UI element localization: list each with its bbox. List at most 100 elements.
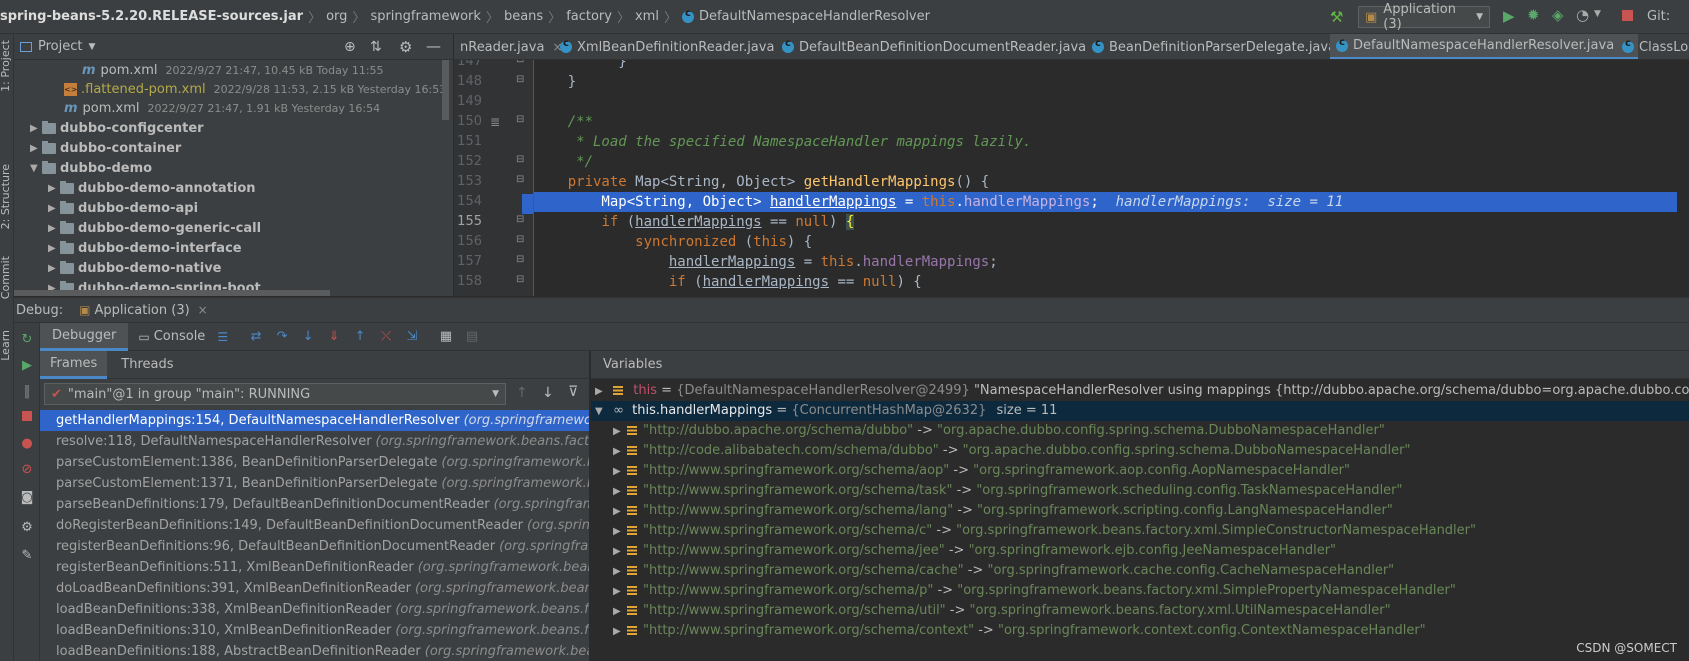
expand-arrow-icon[interactable]: ▶ — [48, 183, 60, 194]
run-configuration-select[interactable]: ▣ Application (3) ▼ — [1358, 2, 1490, 32]
structure-tool-button[interactable]: 2: Structure — [0, 164, 12, 229]
expand-arrow-icon[interactable]: ▶ — [613, 582, 627, 602]
fold-marker-icon[interactable]: ⊟ — [516, 60, 524, 65]
view-breakpoints-icon[interactable]: ● — [20, 437, 34, 451]
gear-icon[interactable]: ⚙ — [20, 521, 34, 535]
fold-marker-icon[interactable]: ⊟ — [516, 174, 524, 185]
next-thread-icon[interactable]: ↓ — [542, 385, 554, 401]
tree-item[interactable]: ▼ dubbo-demo — [30, 158, 152, 178]
map-entry-row[interactable]: ▶ "http://www.springframework.org/schema/… — [591, 581, 1689, 601]
variable-row-this[interactable]: ▶ this = {DefaultNamespaceHandlerResolve… — [591, 381, 1689, 401]
fold-marker-icon[interactable]: ⊟ — [516, 74, 524, 85]
trace-icon[interactable]: ▤ — [462, 329, 482, 344]
frame-row[interactable]: registerBeanDefinitions:511, XmlBeanDefi… — [40, 557, 589, 578]
editor-tab[interactable]: BeanDefinitionParserDelegate.java × — [1086, 34, 1360, 59]
frame-row[interactable]: doLoadBeanDefinitions:391, XmlBeanDefini… — [40, 578, 589, 599]
frame-row[interactable]: resolve:118, DefaultNamespaceHandlerReso… — [40, 431, 589, 452]
learn-tool-button[interactable]: Learn — [0, 330, 12, 361]
map-entry-row[interactable]: ▶ "http://www.springframework.org/schema/… — [591, 461, 1689, 481]
expand-arrow-icon[interactable]: ▶ — [613, 482, 627, 502]
map-entry-row[interactable]: ▶ "http://www.springframework.org/schema/… — [591, 481, 1689, 501]
tree-item[interactable]: ▶ dubbo-demo-api — [48, 198, 198, 218]
breadcrumb-factory[interactable]: factory — [566, 9, 612, 24]
expand-arrow-icon[interactable]: ▶ — [30, 123, 42, 134]
frame-row[interactable]: parseBeanDefinitions:179, DefaultBeanDef… — [40, 494, 589, 515]
expand-arrow-icon[interactable]: ▶ — [613, 622, 627, 642]
variable-row-handler-mappings[interactable]: ▼ ∞ this.handlerMappings = {ConcurrentHa… — [591, 401, 1689, 421]
tree-item[interactable]: ▶ dubbo-demo-generic-call — [48, 218, 261, 238]
debug-session-tab[interactable]: Application (3) — [94, 303, 189, 318]
breadcrumb-springframework[interactable]: springframework — [370, 9, 480, 24]
tree-item[interactable]: ▶ dubbo-demo-interface — [48, 238, 242, 258]
expand-arrow-icon[interactable]: ▶ — [613, 502, 627, 522]
editor-tab[interactable]: XmlBeanDefinitionReader.java × — [554, 34, 799, 59]
editor-tab-active[interactable]: DefaultNamespaceHandlerResolver.java × — [1330, 34, 1639, 59]
frame-row[interactable]: parseCustomElement:1386, BeanDefinitionP… — [40, 452, 589, 473]
horizontal-scrollbar[interactable] — [14, 290, 330, 296]
evaluate-expression-icon[interactable]: ▦ — [436, 329, 456, 344]
expand-arrow-icon[interactable]: ▶ — [595, 382, 609, 402]
show-execution-point-icon[interactable]: ⇄ — [246, 329, 266, 344]
rerun-icon[interactable]: ↻ — [20, 333, 34, 347]
tree-item[interactable]: ▶ dubbo-demo-annotation — [48, 178, 256, 198]
expand-arrow-icon[interactable]: ▶ — [613, 522, 627, 542]
frame-row[interactable]: loadBeanDefinitions:188, AbstractBeanDef… — [40, 641, 589, 661]
step-out-icon[interactable]: ↑ — [350, 329, 370, 344]
code-editor[interactable]: } } /** * Load the specified NamespaceHa… — [534, 60, 1689, 296]
drop-frame-icon[interactable]: ⤬ — [376, 329, 396, 344]
filter-icon[interactable]: ⊽ — [568, 384, 578, 400]
collapse-arrow-icon[interactable]: ▼ — [595, 402, 609, 422]
gear-icon[interactable]: ⚙ — [399, 38, 412, 56]
breadcrumb-class[interactable]: DefaultNamespaceHandlerResolver — [699, 9, 930, 24]
tree-item[interactable]: ▶ dubbo-container — [30, 138, 181, 158]
map-entry-row[interactable]: ▶ "http://www.springframework.org/schema/… — [591, 621, 1689, 641]
breadcrumb-xml[interactable]: xml — [635, 9, 659, 24]
editor-tab[interactable]: ClassLoa — [1616, 34, 1689, 59]
frame-row[interactable]: parseCustomElement:1371, BeanDefinitionP… — [40, 473, 589, 494]
stop-icon[interactable] — [1622, 10, 1633, 21]
mute-breakpoints-icon[interactable]: ⊘ — [20, 463, 34, 477]
fold-marker-icon[interactable]: ⊟ — [516, 234, 524, 245]
expand-arrow-icon[interactable]: ▶ — [48, 223, 60, 234]
step-over-icon[interactable]: ↷ — [272, 329, 292, 344]
tree-item[interactable]: ▶ dubbo-demo-native — [48, 258, 221, 278]
git-label[interactable]: Git: — [1647, 9, 1670, 24]
map-entry-row[interactable]: ▶ "http://www.springframework.org/schema/… — [591, 561, 1689, 581]
threads-tab[interactable]: Threads — [121, 357, 173, 372]
profiler-icon[interactable]: ◔ — [1576, 6, 1589, 24]
tree-item[interactable]: <> .flattened-pom.xml 2022/9/28 11:53, 2… — [64, 79, 446, 99]
build-hammer-icon[interactable]: ⚒ — [1330, 8, 1343, 26]
fold-marker-icon[interactable]: ⊟ — [516, 274, 524, 285]
collapse-all-icon[interactable]: ⇅ — [370, 39, 382, 55]
frame-row[interactable]: loadBeanDefinitions:338, XmlBeanDefiniti… — [40, 599, 589, 620]
expand-arrow-icon[interactable]: ▶ — [48, 243, 60, 254]
collapse-arrow-icon[interactable]: ▼ — [30, 163, 42, 174]
breadcrumb-jar[interactable]: spring-beans-5.2.20.RELEASE-sources.jar — [0, 9, 303, 24]
frame-row[interactable]: loadBeanDefinitions:310, XmlBeanDefiniti… — [40, 620, 589, 641]
breadcrumb-beans[interactable]: beans — [504, 9, 543, 24]
fold-marker-icon[interactable]: ⊟ — [516, 254, 524, 265]
frames-tab[interactable]: Frames — [40, 351, 108, 379]
coverage-icon[interactable]: ◈ — [1552, 6, 1564, 24]
project-title[interactable]: Project — [38, 39, 82, 54]
map-entry-row[interactable]: ▶ "http://dubbo.apache.org/schema/dubbo" … — [591, 421, 1689, 441]
fold-marker-icon[interactable]: ⊟ — [516, 114, 524, 125]
editor-tab[interactable]: nReader.java × — [454, 34, 569, 59]
run-icon[interactable]: ▶ — [1503, 7, 1515, 25]
editor-tab[interactable]: DefaultBeanDefinitionDocumentReader.java… — [776, 34, 1110, 59]
expand-arrow-icon[interactable]: ▶ — [613, 462, 627, 482]
expand-arrow-icon[interactable]: ▶ — [48, 263, 60, 274]
map-entry-row[interactable]: ▶ "http://www.springframework.org/schema/… — [591, 601, 1689, 621]
previous-thread-icon[interactable]: ↑ — [516, 385, 528, 401]
force-step-into-icon[interactable]: ⇓ — [324, 329, 344, 344]
camera-icon[interactable]: ◙ — [20, 491, 34, 505]
vertical-scrollbar[interactable] — [442, 60, 449, 120]
map-entry-row[interactable]: ▶ "http://www.springframework.org/schema/… — [591, 541, 1689, 561]
close-icon[interactable]: × — [198, 303, 208, 317]
step-into-icon[interactable]: ↓ — [298, 329, 318, 344]
tree-item[interactable]: m pom.xml 2022/9/27 21:47, 10.45 kB Toda… — [82, 60, 384, 80]
frame-row[interactable]: registerBeanDefinitions:96, DefaultBeanD… — [40, 536, 589, 557]
thread-select[interactable]: ✔ "main"@1 in group "main": RUNNING ▼ — [44, 383, 506, 405]
locate-icon[interactable]: ⊕ — [344, 39, 356, 55]
expand-arrow-icon[interactable]: ▶ — [613, 602, 627, 622]
